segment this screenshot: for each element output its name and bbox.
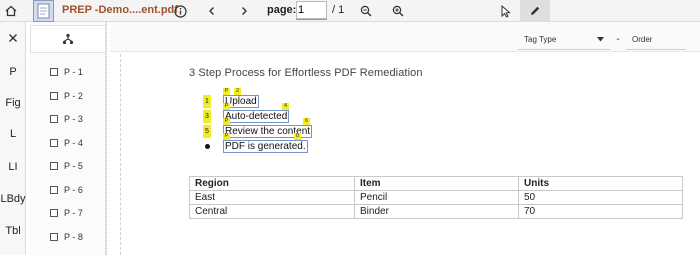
- table-cell: East: [189, 190, 355, 205]
- table-header-cell: Region: [189, 176, 355, 191]
- p-tag-marker[interactable]: P: [223, 103, 230, 110]
- table-cell: Central: [189, 204, 355, 219]
- zoom-in-button[interactable]: [388, 0, 408, 22]
- document-title: 3 Step Process for Effortless PDF Remedi…: [189, 67, 423, 79]
- home-icon: [5, 5, 17, 17]
- p-tag-marker[interactable]: P: [223, 118, 230, 125]
- order-placeholder: Order: [632, 35, 653, 44]
- order-number-badge[interactable]: 2: [234, 88, 241, 95]
- rail-item-lbdy[interactable]: LBdy: [0, 189, 26, 209]
- page-row[interactable]: P - 3: [50, 112, 83, 126]
- close-panel-button[interactable]: [0, 28, 26, 48]
- page-row[interactable]: P - 8: [50, 230, 83, 244]
- page-checkbox[interactable]: [50, 68, 58, 76]
- bullet-dot: [205, 144, 210, 149]
- tag-type-select[interactable]: Tag Type: [518, 30, 610, 50]
- table-header-row: Region Item Units: [189, 176, 683, 191]
- list-label-tag[interactable]: 3: [203, 110, 211, 123]
- page-number-input[interactable]: [296, 1, 327, 20]
- page-row-label: P - 8: [64, 232, 83, 242]
- table-cell: 70: [518, 204, 683, 219]
- table-header-cell: Item: [354, 176, 519, 191]
- page-checkbox[interactable]: [50, 186, 58, 194]
- next-page-button[interactable]: [234, 0, 254, 22]
- structure-panel: P - 1 P - 2 P - 3 P - 4 P - 5 P - 6 P - …: [30, 22, 106, 255]
- zoom-in-icon: [392, 5, 404, 17]
- page-checkbox[interactable]: [50, 233, 58, 241]
- order-separator: -: [616, 34, 620, 45]
- zoom-out-button[interactable]: [356, 0, 376, 22]
- tag-header-bar: [110, 22, 700, 52]
- order-number-badge[interactable]: 6: [303, 118, 310, 125]
- rail-item-p[interactable]: P: [0, 62, 26, 82]
- p-tag-marker[interactable]: P: [223, 88, 230, 95]
- page-total: / 1: [332, 4, 345, 16]
- file-name: PREP -Demo....ent.pdf: [62, 4, 178, 16]
- page-row[interactable]: P - 4: [50, 136, 83, 150]
- rail-item-l[interactable]: L: [0, 124, 26, 144]
- page-row[interactable]: P - 1: [50, 65, 83, 79]
- page-row-label: P - 2: [64, 91, 83, 101]
- page-checkbox[interactable]: [50, 139, 58, 147]
- page-row-label: P - 5: [64, 161, 83, 171]
- page-row-label: P - 7: [64, 208, 83, 218]
- page-row-label: P - 4: [64, 138, 83, 148]
- page-checkbox[interactable]: [50, 92, 58, 100]
- page-row-label: P - 6: [64, 185, 83, 195]
- structure-tree-button[interactable]: [30, 25, 106, 53]
- chevron-right-icon: [242, 7, 247, 15]
- top-toolbar: PREP -Demo....ent.pdf page: / 1: [0, 0, 700, 22]
- table-cell: Pencil: [354, 190, 519, 205]
- info-icon: [173, 4, 187, 18]
- rail-item-tbl[interactable]: Tbl: [0, 221, 26, 241]
- page-row-label: P - 1: [64, 67, 83, 77]
- tag-rail: P Fig L LI LBdy Tbl: [0, 22, 26, 255]
- list-item-body[interactable]: PDF is generated.: [223, 140, 308, 153]
- page-checkbox[interactable]: [50, 115, 58, 123]
- table-row: Central Binder 70: [189, 204, 683, 219]
- pencil-icon: [531, 6, 540, 15]
- page-checkbox[interactable]: [50, 162, 58, 170]
- page-row[interactable]: P - 2: [50, 89, 83, 103]
- tag-type-value: Tag Type: [524, 35, 557, 44]
- select-tool-button[interactable]: [490, 0, 520, 22]
- table-cell: Binder: [354, 204, 519, 219]
- data-table: Region Item Units East Pencil 50 Central…: [189, 176, 683, 219]
- order-input[interactable]: Order: [626, 30, 686, 50]
- order-number-badge[interactable]: 8: [294, 133, 301, 140]
- home-button[interactable]: [0, 0, 22, 22]
- caret-down-icon: [597, 37, 604, 42]
- chevron-left-icon: [209, 7, 214, 15]
- document-icon: [37, 3, 50, 19]
- cursor-icon: [501, 4, 511, 18]
- info-button[interactable]: [170, 0, 190, 22]
- page-row[interactable]: P - 6: [50, 183, 83, 197]
- order-number-badge[interactable]: 4: [282, 103, 289, 110]
- p-tag-marker[interactable]: P: [223, 133, 230, 140]
- document-page: [120, 54, 700, 255]
- page-label: page:: [267, 4, 297, 16]
- list-item-body[interactable]: Auto-detected: [223, 110, 290, 123]
- zoom-out-icon: [360, 5, 372, 17]
- page-row[interactable]: P - 7: [50, 206, 83, 220]
- page-row[interactable]: P - 5: [50, 159, 83, 173]
- page-checkbox[interactable]: [50, 209, 58, 217]
- edit-tool-button[interactable]: [520, 0, 550, 22]
- close-icon: [9, 34, 17, 42]
- table-cell: 50: [518, 190, 683, 205]
- table-header-cell: Units: [518, 176, 683, 191]
- page-row-label: P - 3: [64, 114, 83, 124]
- resize-handle[interactable]: [106, 22, 110, 255]
- table-row: East Pencil 50: [189, 190, 683, 205]
- rail-item-li[interactable]: LI: [0, 157, 26, 177]
- list-label-tag[interactable]: 1: [203, 95, 211, 108]
- rail-item-fig[interactable]: Fig: [0, 93, 26, 113]
- file-thumbnail[interactable]: [33, 0, 54, 22]
- tree-structure-icon: [62, 33, 74, 45]
- previous-page-button[interactable]: [202, 0, 222, 22]
